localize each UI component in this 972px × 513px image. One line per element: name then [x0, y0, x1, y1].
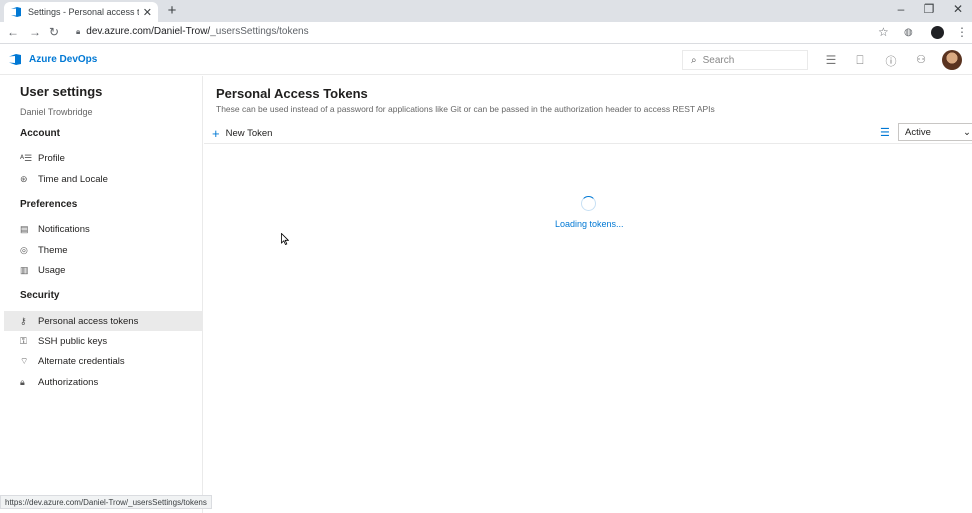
new-tab-button[interactable]: +	[164, 2, 180, 20]
url-host: dev.azure.com/Daniel-Trow/	[86, 26, 211, 37]
extension-icon[interactable]: ◍	[904, 27, 913, 38]
tab-title: Settings - Personal access tokens	[28, 7, 139, 17]
browser-tab-strip: Settings - Personal access tokens ✕ + – …	[0, 0, 972, 22]
sidebar-item-authorizations[interactable]: 🔒︎ Authorizations	[4, 372, 202, 392]
user-settings-icon[interactable]: ⚇	[914, 53, 928, 66]
sidebar-title: User settings	[20, 84, 103, 99]
azure-devops-favicon-icon	[11, 7, 21, 17]
page-description: These can be used instead of a password …	[216, 104, 715, 114]
sidebar-item-profile[interactable]: ᴬ☰ Profile	[4, 148, 202, 168]
sidebar-item-label: Notifications	[38, 223, 90, 235]
sidebar-user-name: Daniel Trowbridge	[20, 107, 93, 117]
usage-icon: ▥	[20, 264, 29, 275]
minimize-icon[interactable]: –	[894, 2, 908, 16]
brand-name: Azure DevOps	[29, 54, 98, 65]
plus-icon: +	[212, 126, 220, 141]
sidebar-item-theme[interactable]: ◎ Theme	[4, 240, 202, 260]
close-window-icon[interactable]: ✕	[951, 2, 965, 16]
section-preferences: Preferences	[20, 199, 78, 210]
tokens-icon: ⚷	[20, 315, 27, 326]
sidebar-item-label: Usage	[38, 264, 66, 276]
sidebar-item-label: Alternate credentials	[38, 355, 125, 367]
sidebar-item-time-and-locale[interactable]: ⊛ Time and Locale	[4, 169, 202, 189]
globe-icon: ⊛	[20, 173, 28, 184]
ssh-key-icon: ⚿	[20, 335, 27, 346]
search-placeholder: Search	[702, 54, 735, 66]
section-account: Account	[20, 128, 60, 139]
reload-icon[interactable]: ↻	[47, 25, 61, 39]
address-bar: ← → ↻ 🔒︎ dev.azure.com/Daniel-Trow/_user…	[0, 22, 972, 44]
sidebar-item-notifications[interactable]: ▤ Notifications	[4, 219, 202, 239]
url-field[interactable]: 🔒︎ dev.azure.com/Daniel-Trow/_usersSetti…	[76, 26, 309, 37]
browser-tab[interactable]: Settings - Personal access tokens ✕	[4, 2, 158, 22]
profile-icon[interactable]	[931, 26, 944, 42]
sidebar-item-label: Personal access tokens	[38, 315, 139, 327]
search-input[interactable]: ⌕ Search	[682, 50, 808, 70]
new-token-label: New Token	[225, 128, 273, 139]
status-filter-dropdown[interactable]: Active ⌄	[898, 123, 972, 141]
profile-icon: ᴬ☰	[20, 152, 33, 163]
page-title: Personal Access Tokens	[216, 86, 368, 101]
restore-icon[interactable]: ❐	[922, 2, 936, 16]
sidebar-item-label: Profile	[38, 152, 65, 164]
sidebar-item-label: SSH public keys	[38, 335, 108, 347]
sidebar-item-ssh-public-keys[interactable]: ⚿ SSH public keys	[4, 331, 202, 351]
url-path: _usersSettings/tokens	[210, 26, 309, 37]
forward-arrow-icon[interactable]: →	[28, 25, 42, 39]
sidebar-item-label: Authorizations	[38, 376, 99, 388]
theme-icon: ◎	[20, 244, 28, 255]
main-content: Personal Access Tokens These can be used…	[204, 76, 972, 513]
filter-value: Active	[905, 126, 931, 138]
search-icon: ⌕	[691, 54, 697, 66]
azure-devops-logo[interactable]: Azure DevOps	[8, 53, 97, 66]
status-bar-url: https://dev.azure.com/Daniel-Trow/_users…	[0, 495, 212, 509]
lock-icon: 🔒︎	[20, 376, 25, 387]
sidebar-item-usage[interactable]: ▥ Usage	[4, 260, 202, 280]
loading-text: Loading tokens...	[555, 219, 624, 229]
bookmark-star-icon[interactable]: ☆	[878, 25, 889, 39]
new-token-button[interactable]: + New Token	[212, 126, 272, 141]
settings-sidebar: User settings Daniel Trowbridge Account …	[0, 76, 203, 513]
sidebar-item-label: Time and Locale	[38, 173, 108, 185]
sidebar-item-alternate-credentials[interactable]: ⌔ Alternate credentials	[4, 351, 202, 371]
app-header: Azure DevOps ⌕ Search ☰ ⎕ ⓘ ⚇	[0, 45, 972, 75]
notifications-icon: ▤	[20, 223, 29, 234]
filter-icon[interactable]: ☰	[880, 126, 890, 139]
back-arrow-icon[interactable]: ←	[6, 25, 20, 39]
browser-menu-icon[interactable]: ⋮	[956, 25, 968, 39]
sidebar-item-personal-access-tokens[interactable]: ⚷ Personal access tokens	[4, 311, 202, 331]
azure-devops-icon	[9, 54, 21, 65]
tab-close-icon[interactable]: ✕	[143, 6, 152, 19]
credentials-icon: ⌔	[20, 355, 29, 366]
sidebar-item-label: Theme	[38, 244, 68, 256]
lock-icon: 🔒︎	[76, 26, 81, 36]
help-icon[interactable]: ⓘ	[884, 53, 898, 69]
section-security: Security	[20, 290, 60, 301]
command-bar: + New Token ☰ Active ⌄	[204, 122, 972, 144]
chevron-down-icon: ⌄	[963, 126, 971, 138]
user-avatar[interactable]	[942, 50, 962, 70]
mouse-cursor-icon	[281, 233, 289, 245]
marketplace-icon[interactable]: ⎕	[853, 53, 867, 68]
list-icon[interactable]: ☰	[824, 53, 838, 67]
loading-spinner	[581, 196, 596, 211]
